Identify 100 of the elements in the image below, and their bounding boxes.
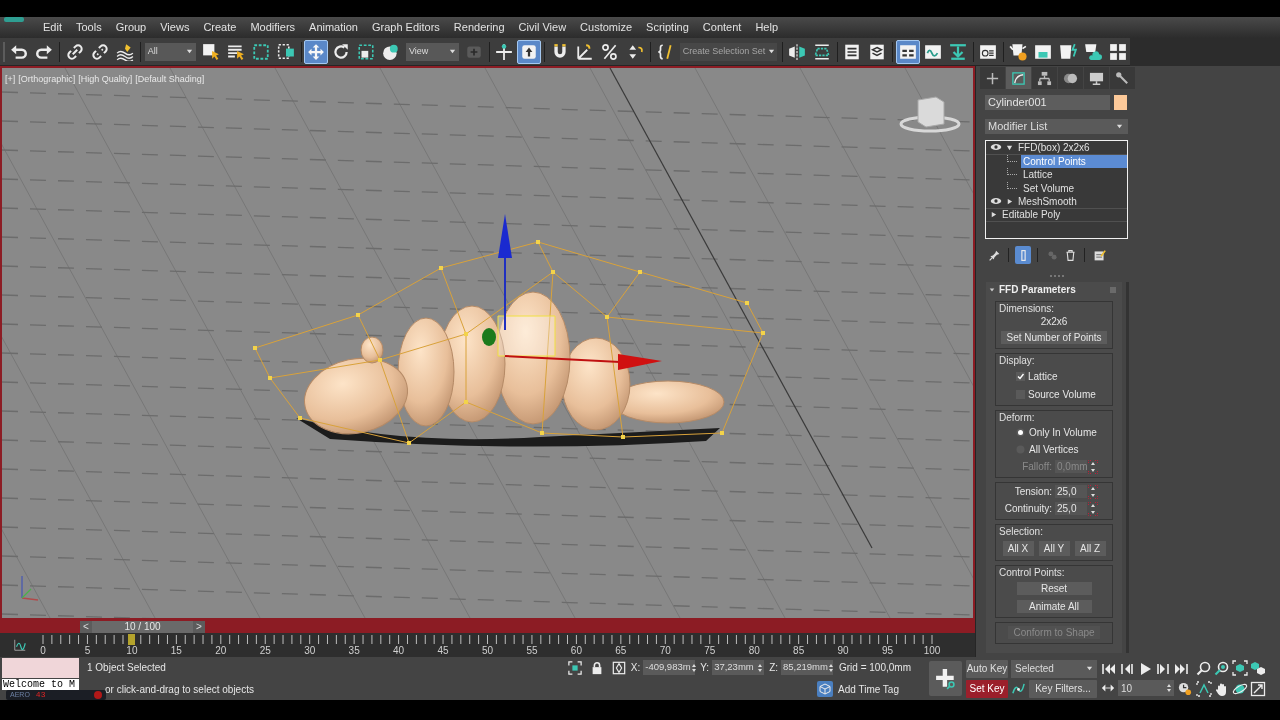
menu-item[interactable]: Views: [153, 17, 197, 38]
previous-frame-button[interactable]: <: [80, 620, 92, 633]
reference-coordinate-dropdown[interactable]: View: [406, 42, 459, 61]
axis-select-button[interactable]: All X: [1002, 540, 1034, 556]
script-input-field[interactable]: [2, 658, 79, 678]
menu-item[interactable]: Create: [196, 17, 244, 38]
menu-item[interactable]: Graph Editors: [364, 17, 447, 38]
cube-icon[interactable]: [817, 681, 834, 697]
focus-square-icon[interactable]: [567, 660, 582, 675]
parameter-button[interactable]: Set Number of Points: [1001, 330, 1107, 344]
viewport[interactable]: [+] [Orthographic] [High Quality] [Default Shading]: [0, 66, 975, 620]
shading-mode-label[interactable]: [Default Shading]: [135, 73, 205, 87]
time-slider-thumb[interactable]: < 10 / 100 >: [80, 620, 205, 633]
go-to-start-icon[interactable]: [1101, 661, 1117, 677]
sub-object-level[interactable]: Lattice: [1021, 168, 1055, 182]
eye-icon[interactable]: [990, 143, 1002, 152]
menu-item[interactable]: Group: [108, 17, 154, 38]
field-of-view-icon[interactable]: [1196, 681, 1212, 697]
display-tab[interactable]: [1084, 67, 1109, 89]
spinner-arrows-icon[interactable]: [827, 662, 834, 673]
curve-graph-icon[interactable]: [13, 638, 27, 652]
selection-filter-dropdown[interactable]: All: [144, 42, 196, 61]
modifier-name[interactable]: FFD(box) 2x2x6: [1016, 140, 1092, 154]
script-output-field[interactable]: Welcome to M: [2, 679, 79, 690]
axis-select-button[interactable]: All Y: [1038, 540, 1070, 556]
menu-item[interactable]: Help: [748, 17, 785, 38]
time-tag-label[interactable]: Add Time Tag: [838, 681, 899, 697]
menu-item[interactable]: Content: [695, 17, 749, 38]
spinner-field[interactable]: 25,0: [1055, 485, 1087, 498]
time-slider-track[interactable]: < 10 / 100 >: [0, 620, 975, 633]
previous-frame-icon[interactable]: [1119, 661, 1135, 677]
utilities-tab[interactable]: [1110, 67, 1135, 89]
move-button[interactable]: [304, 39, 328, 64]
show-end-result-button[interactable]: [1015, 246, 1031, 264]
keyboard-shortcut-button[interactable]: [517, 39, 542, 64]
auto-key-button[interactable]: Auto Key: [966, 659, 1008, 678]
coordinate-field[interactable]: 85,219mm: [781, 660, 833, 675]
menu-item[interactable]: Rendering: [446, 17, 512, 38]
rollout-title[interactable]: FFD Parameters: [999, 282, 1076, 297]
zoom-all-icon[interactable]: [1214, 660, 1230, 676]
set-keys-button[interactable]: [929, 661, 962, 696]
modifier-name[interactable]: MeshSmooth: [1016, 194, 1079, 208]
menu-item[interactable]: Modifiers: [243, 17, 303, 38]
checkbox[interactable]: [1016, 371, 1025, 381]
coordinate-field[interactable]: 37,23mm: [712, 660, 765, 675]
parameter-button[interactable]: Animate All: [1016, 599, 1092, 613]
radio-button[interactable]: [1016, 428, 1025, 437]
zoom-icon[interactable]: [1196, 660, 1212, 676]
modify-tab[interactable]: [1006, 67, 1031, 89]
current-frame-marker[interactable]: [128, 634, 136, 645]
diamond-square-icon[interactable]: [611, 660, 626, 675]
modifier-list-dropdown[interactable]: Modifier List: [985, 119, 1128, 134]
expanded-arrow-icon[interactable]: [1006, 143, 1013, 151]
eye-icon[interactable]: [990, 197, 1002, 206]
spinner-field[interactable]: 25,0: [1055, 502, 1087, 515]
collapsed-arrow-icon[interactable]: [990, 211, 997, 219]
lattice-drawing[interactable]: [253, 240, 765, 445]
object-name-field[interactable]: Cylinder001: [985, 95, 1110, 110]
modifier-stack[interactable]: FFD(box) 2x2x6 Control Points Lattice Set Volume MeshSmooth Editable Poly: [985, 140, 1128, 239]
ribbon-button[interactable]: [895, 39, 920, 64]
sub-object-level[interactable]: Set Volume: [1021, 181, 1077, 195]
spinner-arrows-icon[interactable]: [1088, 501, 1098, 516]
axis-select-button[interactable]: All Z: [1074, 540, 1106, 556]
create-tab[interactable]: [980, 67, 1005, 89]
spinner-arrows-icon[interactable]: [1088, 484, 1098, 499]
orbit-icon[interactable]: [1232, 681, 1248, 697]
cubes-icon[interactable]: [1250, 660, 1266, 676]
modifier-name[interactable]: Editable Poly: [1000, 208, 1063, 222]
menu-item[interactable]: Civil View: [511, 17, 574, 38]
menu-item[interactable]: Edit: [36, 17, 69, 38]
zoom-extents-icon[interactable]: [1232, 660, 1248, 676]
current-frame-field[interactable]: 10: [1118, 680, 1174, 696]
menu-item[interactable]: Scripting: [639, 17, 696, 38]
collapse-caret-icon[interactable]: [989, 286, 995, 293]
menu-item[interactable]: Tools: [68, 17, 109, 38]
color-swatch-icon[interactable]: [1114, 95, 1127, 110]
menu-item[interactable]: Animation: [302, 17, 365, 38]
viewport-menu-label[interactable]: [+]: [5, 73, 16, 87]
hierarchy-tab[interactable]: [1032, 67, 1057, 89]
move-gizmo-drawing[interactable]: [482, 214, 662, 370]
parameter-button[interactable]: Reset: [1016, 581, 1092, 595]
spinner-arrows-icon[interactable]: [690, 662, 697, 673]
spinner-arrows-icon[interactable]: [757, 662, 764, 673]
collapsed-arrow-icon[interactable]: [1006, 197, 1013, 205]
go-to-end-icon[interactable]: [1173, 661, 1189, 677]
set-key-button[interactable]: Set Key: [966, 679, 1008, 698]
shading-quality-label[interactable]: [High Quality]: [78, 73, 133, 87]
key-filters-button[interactable]: Key Filters...: [1029, 679, 1097, 698]
coordinate-field[interactable]: -409,983m: [643, 660, 696, 675]
key-set-dropdown[interactable]: Selected: [1011, 659, 1097, 678]
next-frame-icon[interactable]: [1155, 661, 1171, 677]
menu-item[interactable]: Customize: [573, 17, 640, 38]
caterpillar-model-drawing[interactable]: [296, 291, 725, 447]
tangent-curve-icon[interactable]: [1011, 681, 1026, 696]
maximize-icon[interactable]: [1250, 681, 1266, 697]
next-frame-button[interactable]: >: [193, 620, 205, 633]
motion-tab[interactable]: [1058, 67, 1083, 89]
view-type-label[interactable]: [Orthographic]: [18, 73, 76, 87]
clock-badge-icon[interactable]: [1177, 680, 1192, 696]
spinner-arrows-icon[interactable]: [1088, 459, 1098, 474]
